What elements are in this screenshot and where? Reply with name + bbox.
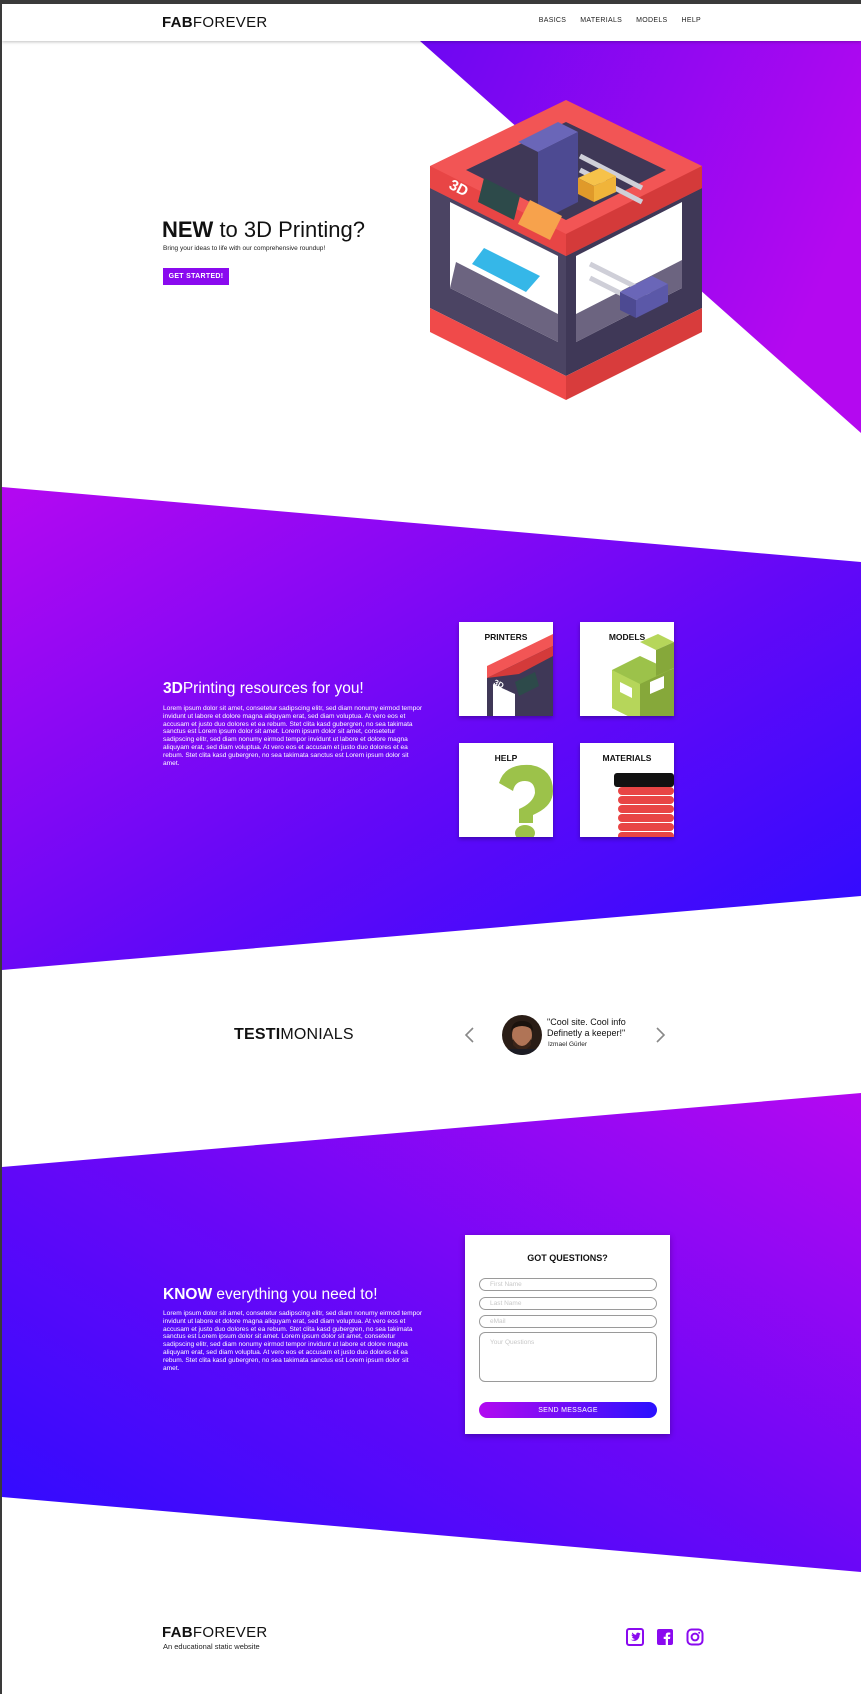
card-help[interactable]: HELP: [459, 743, 553, 837]
questions-field[interactable]: [479, 1332, 657, 1382]
logo[interactable]: FABFOREVER: [162, 14, 268, 31]
testimonials-title-rest: MONIALS: [280, 1026, 354, 1043]
first-name-field[interactable]: [479, 1278, 657, 1291]
card-title-models: MODELS: [608, 632, 646, 642]
avatar: [502, 1015, 542, 1055]
top-navbar: FABFOREVER BASICS MATERIALS MODELS HELP: [2, 4, 861, 41]
page: FABFOREVER BASICS MATERIALS MODELS HELP …: [2, 4, 861, 1694]
nav-materials[interactable]: MATERIALS: [580, 17, 622, 24]
send-message-button[interactable]: SEND MESSAGE: [479, 1402, 657, 1418]
get-started-button[interactable]: GET STARTED!: [163, 268, 229, 285]
resources-title-rest: Printing resources for you!: [182, 680, 364, 697]
card-title-materials: MATERIALS: [602, 753, 652, 763]
facebook-icon[interactable]: [656, 1628, 674, 1646]
hero-title-bold: NEW: [162, 217, 214, 242]
card-printers[interactable]: 3D PRINTERS: [459, 622, 553, 716]
hero-title-rest: to 3D Printing?: [213, 217, 365, 242]
resources-title-bold: 3D: [163, 680, 183, 697]
main-nav: BASICS MATERIALS MODELS HELP: [539, 17, 701, 24]
person-avatar-icon: [502, 1015, 542, 1055]
contact-shape: [2, 1093, 861, 1572]
nav-basics[interactable]: BASICS: [539, 17, 566, 24]
footer-logo-bold: FAB: [162, 1624, 193, 1641]
card-title-help: HELP: [494, 753, 518, 763]
instagram-icon[interactable]: [686, 1628, 704, 1646]
footer-tagline: An educational static website: [163, 1642, 260, 1651]
hero-subtitle: Bring your ideas to life with our compre…: [163, 245, 326, 252]
card-title-printers: PRINTERS: [484, 632, 528, 642]
nav-models[interactable]: MODELS: [636, 17, 667, 24]
resources-shape: [2, 487, 861, 970]
testimonials-title: TESTIMONIALS: [234, 1026, 354, 1044]
resources-title: 3DPrinting resources for you!: [163, 680, 364, 698]
footer-logo-light: FOREVER: [192, 1624, 268, 1641]
testimonial-author: Izmael Gürler: [548, 1041, 588, 1048]
know-title: KNOW everything you need to!: [163, 1286, 378, 1304]
form-title: GOT QUESTIONS?: [527, 1253, 608, 1263]
footer-logo[interactable]: FABFOREVER: [162, 1624, 268, 1641]
know-body: Lorem ipsum dolor sit amet, consetetur s…: [163, 1310, 423, 1372]
chevron-right-icon[interactable]: [653, 1026, 667, 1044]
email-field[interactable]: [479, 1315, 657, 1328]
testimonials-title-bold: TESTI: [234, 1026, 281, 1043]
contact-form: GOT QUESTIONS? SEND MESSAGE: [465, 1235, 670, 1434]
hero-title: NEW to 3D Printing?: [162, 217, 365, 243]
card-models[interactable]: MODELS: [580, 622, 674, 716]
know-title-bold: KNOW: [163, 1286, 213, 1303]
logo-light: FOREVER: [192, 14, 268, 31]
logo-bold: FAB: [162, 14, 193, 31]
nav-help[interactable]: HELP: [682, 17, 702, 24]
last-name-field[interactable]: [479, 1297, 657, 1310]
chevron-left-icon[interactable]: [463, 1026, 477, 1044]
resources-body: Lorem ipsum dolor sit amet, consetetur s…: [163, 705, 423, 767]
card-materials[interactable]: MATERIALS: [580, 743, 674, 837]
twitter-icon[interactable]: [626, 1628, 644, 1646]
testimonial-quote: "Cool site. Cool info Definetly a keeper…: [547, 1017, 626, 1038]
know-title-rest: everything you need to!: [212, 1286, 378, 1303]
3d-printer-illustration: 3D: [430, 100, 702, 400]
